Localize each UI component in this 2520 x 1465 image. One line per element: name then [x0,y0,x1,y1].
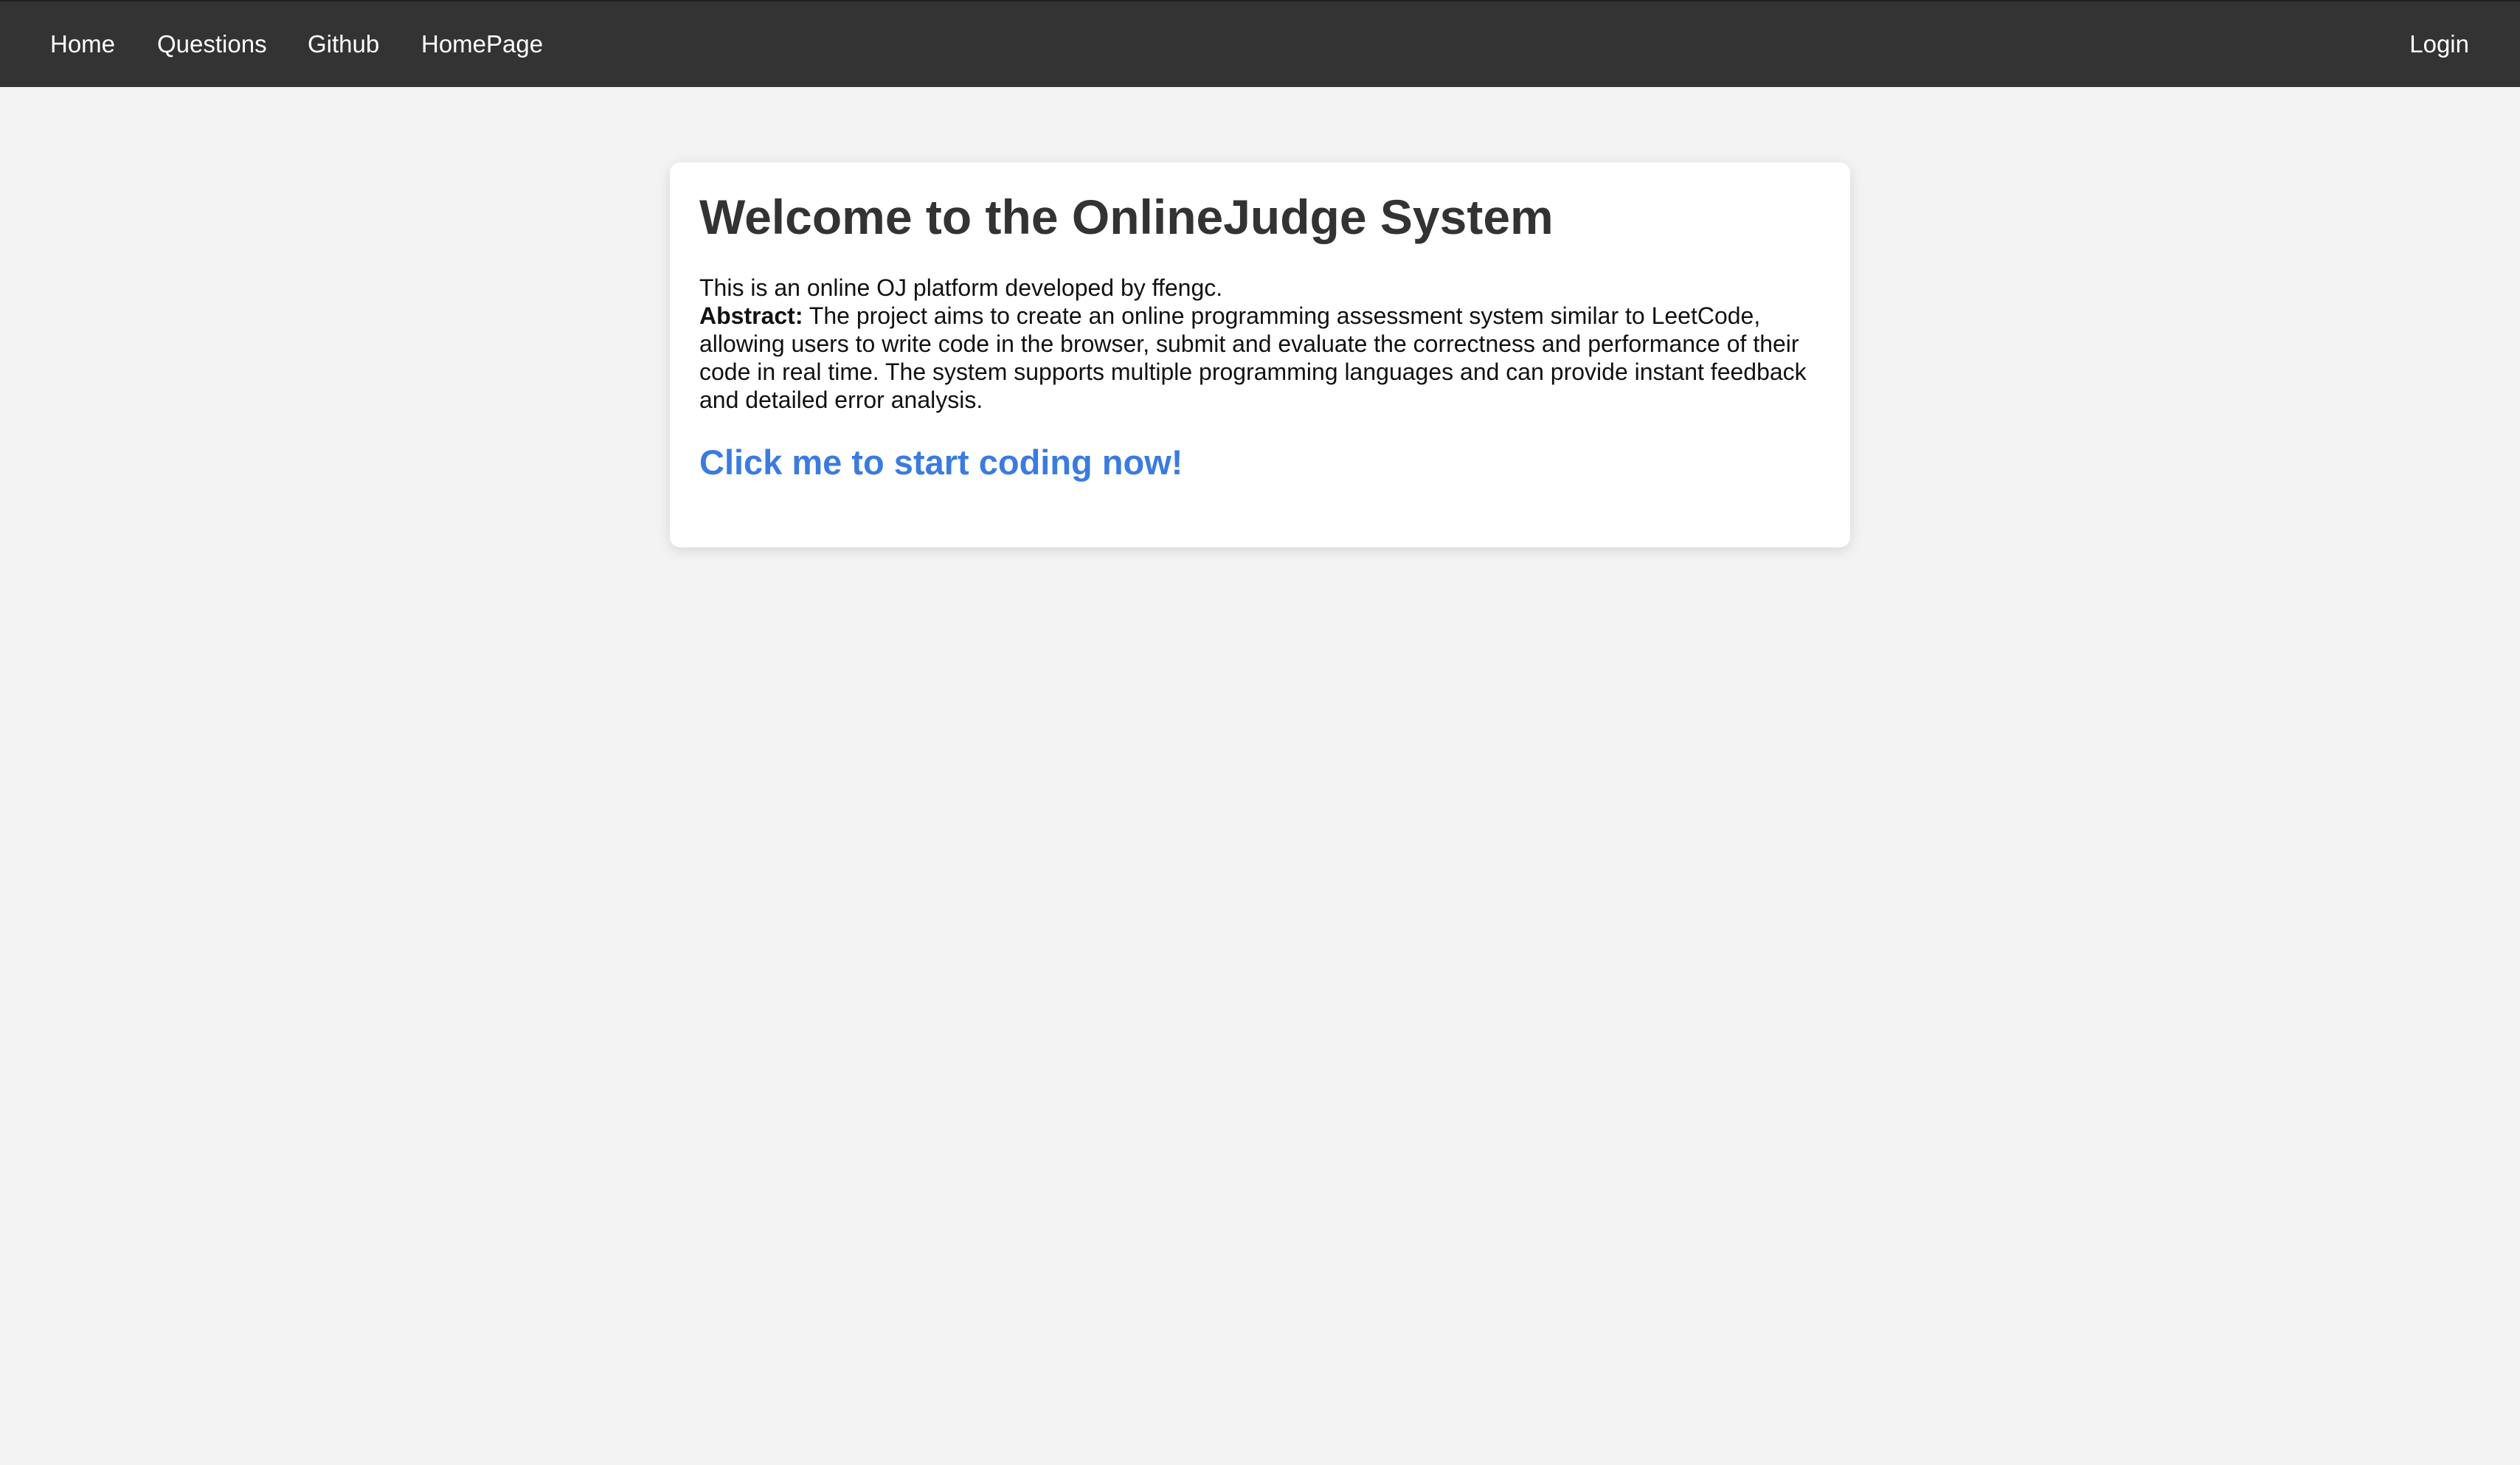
nav-link-questions[interactable]: Questions [157,1,267,87]
nav-link-home[interactable]: Home [50,1,115,87]
login-link[interactable]: Login [2409,1,2469,87]
page-title: Welcome to the OnlineJudge System [699,190,1554,244]
welcome-description: This is an online OJ platform developed … [699,274,1821,414]
abstract-paragraph: Abstract: The project aims to create an … [699,302,1821,414]
intro-text: This is an online OJ platform developed … [699,274,1223,301]
abstract-label: Abstract: [699,302,803,329]
top-navigation-bar: Home Questions Github HomePage Login [0,0,2520,87]
start-coding-link[interactable]: Click me to start coding now! [699,442,1183,482]
nav-link-homepage[interactable]: HomePage [421,1,543,87]
abstract-text: The project aims to create an online pro… [699,302,1807,413]
nav-link-github[interactable]: Github [308,1,379,87]
welcome-card: Welcome to the OnlineJudge System This i… [670,162,1850,547]
